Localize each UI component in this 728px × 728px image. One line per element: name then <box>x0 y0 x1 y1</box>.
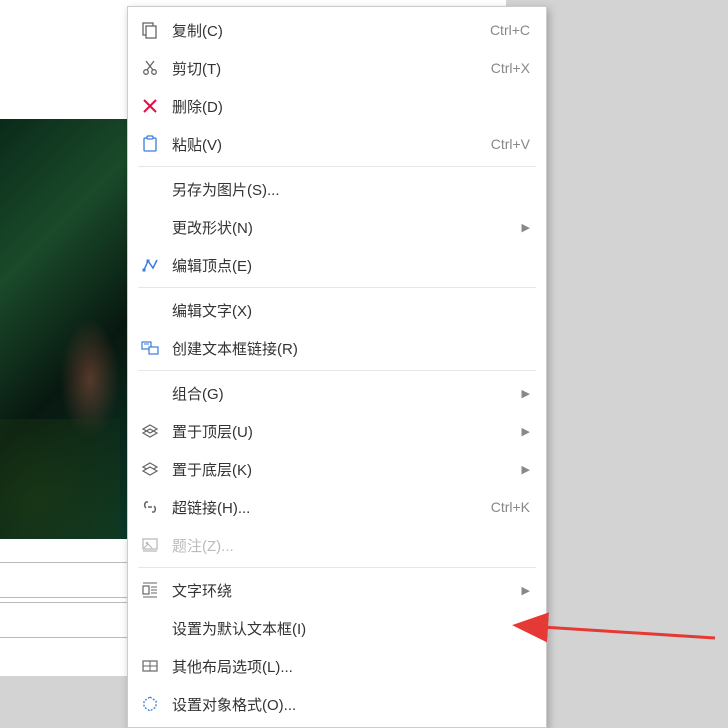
send-back-icon <box>138 459 162 479</box>
menu-item-label: 置于底层(K) <box>172 459 516 480</box>
menu-item[interactable]: 剪切(T)Ctrl+X <box>128 49 546 87</box>
menu-item[interactable]: 超链接(H)...Ctrl+K <box>128 488 546 526</box>
menu-item[interactable]: 置于底层(K) ▶ <box>128 450 546 488</box>
menu-item-label: 题注(Z)... <box>172 535 530 556</box>
menu-item-shortcut: Ctrl+K <box>491 499 530 515</box>
menu-item-shortcut: Ctrl+V <box>491 136 530 152</box>
delete-icon <box>138 96 162 116</box>
embedded-image <box>0 119 130 539</box>
no-icon <box>138 300 162 320</box>
menu-item[interactable]: 置于顶层(U) ▶ <box>128 412 546 450</box>
copy-icon <box>138 20 162 40</box>
format-object-icon <box>138 694 162 714</box>
menu-item[interactable]: 设置为默认文本框(I) <box>128 609 546 647</box>
menu-item[interactable]: 编辑顶点(E) <box>128 246 546 284</box>
menu-item: 题注(Z)... <box>128 526 546 564</box>
menu-item[interactable]: 文字环绕 ▶ <box>128 571 546 609</box>
no-icon <box>138 383 162 403</box>
menu-item-label: 删除(D) <box>172 96 530 117</box>
submenu-arrow-icon: ▶ <box>522 584 530 597</box>
menu-item-label: 剪切(T) <box>172 58 491 79</box>
submenu-arrow-icon: ▶ <box>522 463 530 476</box>
edit-points-icon <box>138 255 162 275</box>
paste-icon <box>138 134 162 154</box>
menu-separator <box>138 287 536 288</box>
menu-item[interactable]: 编辑文字(X) <box>128 291 546 329</box>
text-wrap-icon <box>138 580 162 600</box>
menu-item-shortcut: Ctrl+C <box>490 22 530 38</box>
menu-separator <box>138 567 536 568</box>
menu-item[interactable]: 更改形状(N) ▶ <box>128 208 546 246</box>
submenu-arrow-icon: ▶ <box>522 425 530 438</box>
menu-item-shortcut: Ctrl+X <box>491 60 530 76</box>
menu-item[interactable]: 删除(D) <box>128 87 546 125</box>
menu-item-label: 创建文本框链接(R) <box>172 338 530 359</box>
menu-item[interactable]: 创建文本框链接(R) <box>128 329 546 367</box>
no-icon <box>138 217 162 237</box>
menu-item-label: 另存为图片(S)... <box>172 179 530 200</box>
menu-item-label: 粘贴(V) <box>172 134 491 155</box>
menu-item-label: 设置为默认文本框(I) <box>172 618 530 639</box>
submenu-arrow-icon: ▶ <box>522 387 530 400</box>
menu-item-label: 编辑顶点(E) <box>172 255 530 276</box>
menu-item-label: 文字环绕 <box>172 580 516 601</box>
menu-separator <box>138 166 536 167</box>
caption-icon <box>138 535 162 555</box>
cut-icon <box>138 58 162 78</box>
menu-item-label: 置于顶层(U) <box>172 421 516 442</box>
menu-item-label: 更改形状(N) <box>172 217 516 238</box>
textbox-link-icon <box>138 338 162 358</box>
menu-item[interactable]: 粘贴(V)Ctrl+V <box>128 125 546 163</box>
menu-item[interactable]: 组合(G) ▶ <box>128 374 546 412</box>
context-menu: 复制(C)Ctrl+C剪切(T)Ctrl+X删除(D)粘贴(V)Ctrl+V另存… <box>127 6 547 728</box>
menu-item-label: 设置对象格式(O)... <box>172 694 530 715</box>
menu-item-label: 编辑文字(X) <box>172 300 530 321</box>
layout-icon <box>138 656 162 676</box>
hyperlink-icon <box>138 497 162 517</box>
menu-separator <box>138 370 536 371</box>
menu-item-label: 复制(C) <box>172 20 490 41</box>
menu-item[interactable]: 其他布局选项(L)... <box>128 647 546 685</box>
menu-item-label: 组合(G) <box>172 383 516 404</box>
menu-item[interactable]: 另存为图片(S)... <box>128 170 546 208</box>
menu-item-label: 超链接(H)... <box>172 497 491 518</box>
menu-item[interactable]: 设置对象格式(O)... <box>128 685 546 723</box>
bring-front-icon <box>138 421 162 441</box>
no-icon <box>138 618 162 638</box>
menu-item[interactable]: 复制(C)Ctrl+C <box>128 11 546 49</box>
no-icon <box>138 179 162 199</box>
submenu-arrow-icon: ▶ <box>522 221 530 234</box>
menu-item-label: 其他布局选项(L)... <box>172 656 530 677</box>
